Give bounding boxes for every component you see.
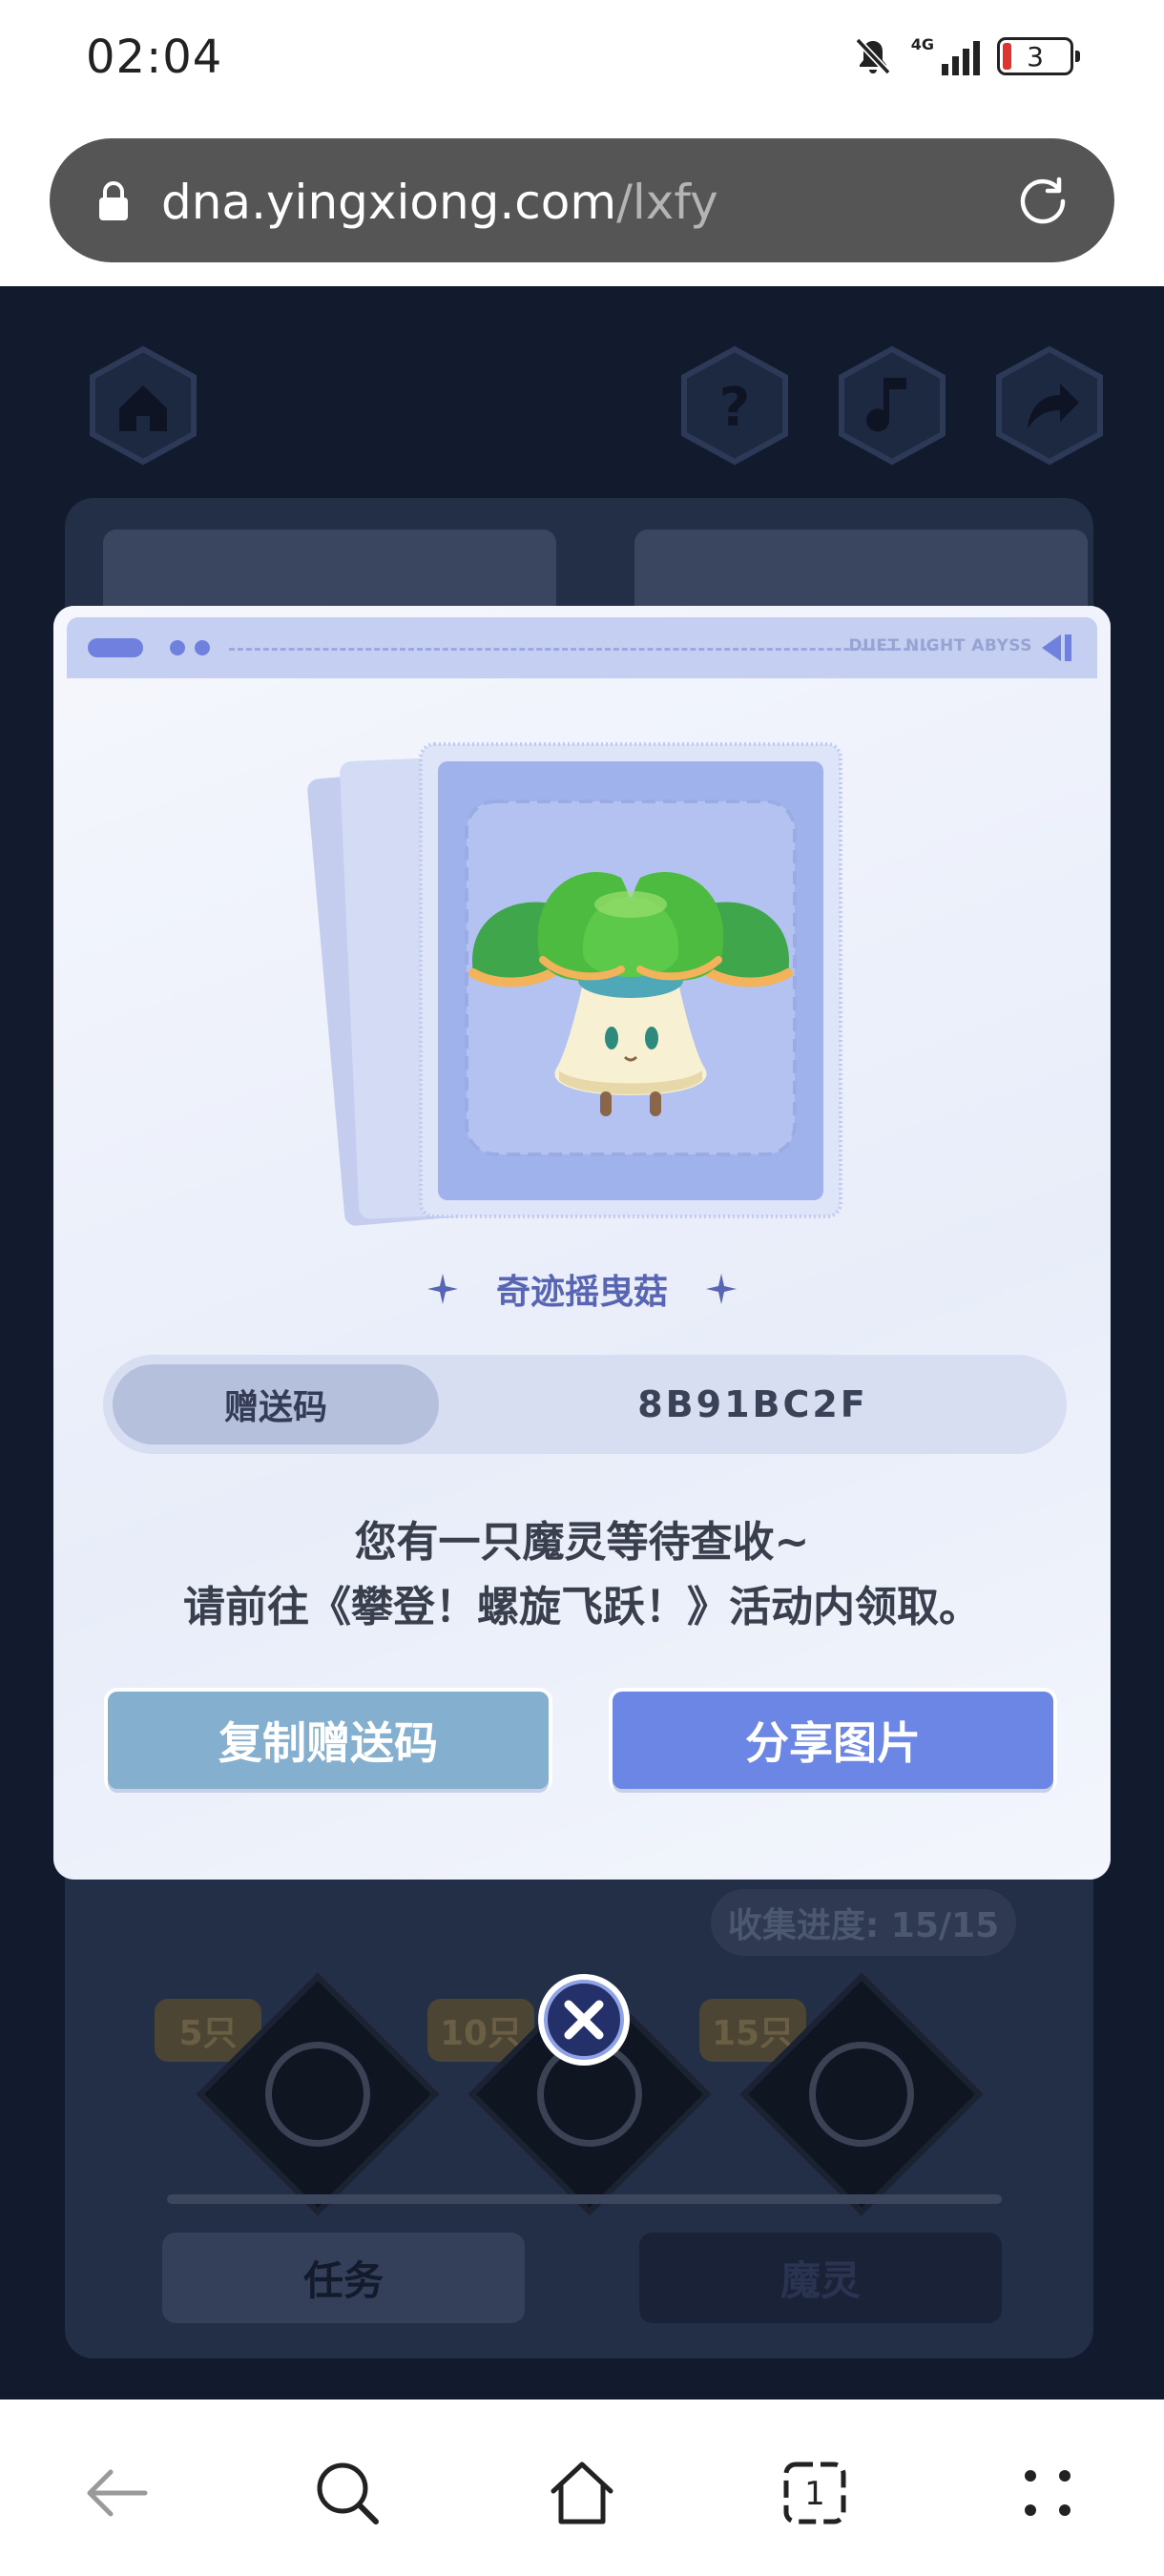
- message-line-2: 请前往《攀登！螺旋飞跃！》活动内领取。: [183, 1583, 981, 1631]
- menu-icon[interactable]: [1011, 2457, 1084, 2529]
- gift-code-dialog: DUET NIGHT ABYSS 奇迹摇曳菇 赠送码 8B91BC2F 您有一只…: [53, 606, 1111, 1880]
- dialog-header: DUET NIGHT ABYSS: [67, 617, 1097, 678]
- status-icons: 4G 3: [852, 32, 1080, 80]
- close-icon[interactable]: [534, 1970, 634, 2069]
- search-icon[interactable]: [311, 2457, 384, 2529]
- check-icon: [809, 2042, 914, 2147]
- reload-icon[interactable]: [1013, 172, 1072, 231]
- pet-name: 奇迹摇曳菇: [495, 1273, 668, 1312]
- help-icon[interactable]: ?: [673, 343, 797, 467]
- creature-card: [307, 742, 842, 1226]
- pet-name-row: 奇迹摇曳菇: [53, 1264, 1111, 1314]
- address-bar[interactable]: dna.yingxiong.com/lxfy: [50, 138, 1114, 262]
- battery-icon: 3: [997, 37, 1080, 75]
- message-line-1: 您有一只魔灵等待查收~: [354, 1518, 810, 1567]
- gift-code-row: 赠送码 8B91BC2F: [103, 1355, 1067, 1454]
- svg-text:?: ?: [719, 377, 750, 439]
- browser-bottom-nav: 1: [0, 2399, 1164, 2576]
- check-icon: [265, 2042, 370, 2147]
- sparkle-icon: [706, 1274, 737, 1304]
- bell-muted-icon: [855, 37, 891, 75]
- progress-track: [167, 2194, 1002, 2204]
- url-path: /lxfy: [616, 175, 718, 230]
- svg-text:1: 1: [804, 2475, 825, 2513]
- task-tab-button[interactable]: 任务: [162, 2233, 525, 2323]
- back-icon[interactable]: [80, 2457, 153, 2529]
- share-icon[interactable]: [987, 343, 1112, 467]
- gift-code-value[interactable]: 8B91BC2F: [439, 1355, 1067, 1454]
- triangle-icon: [1042, 634, 1071, 661]
- music-icon[interactable]: [830, 343, 954, 467]
- status-bar: 02:04 4G 3: [0, 0, 1164, 119]
- spirit-tab-button[interactable]: 魔灵: [639, 2233, 1002, 2323]
- lock-icon: [99, 181, 128, 220]
- home-icon[interactable]: [546, 2457, 618, 2529]
- url-text[interactable]: dna.yingxiong.com/lxfy: [161, 175, 718, 230]
- share-image-button[interactable]: 分享图片: [613, 1692, 1053, 1789]
- dialog-header-text: DUET NIGHT ABYSS: [848, 636, 1032, 655]
- home-icon[interactable]: [81, 343, 205, 467]
- status-time: 02:04: [86, 31, 223, 84]
- signal-icon: 4G: [911, 37, 980, 75]
- sparkle-icon: [426, 1274, 458, 1304]
- copy-code-button[interactable]: 复制赠送码: [108, 1692, 549, 1789]
- gift-code-label: 赠送码: [113, 1364, 439, 1444]
- tabs-icon[interactable]: 1: [779, 2457, 851, 2529]
- url-domain: dna.yingxiong.com: [161, 175, 617, 230]
- collection-progress: 收集进度: 15/15: [711, 1889, 1016, 1956]
- browser-toolbar: dna.yingxiong.com/lxfy: [0, 119, 1164, 286]
- battery-level: 3: [1027, 40, 1044, 73]
